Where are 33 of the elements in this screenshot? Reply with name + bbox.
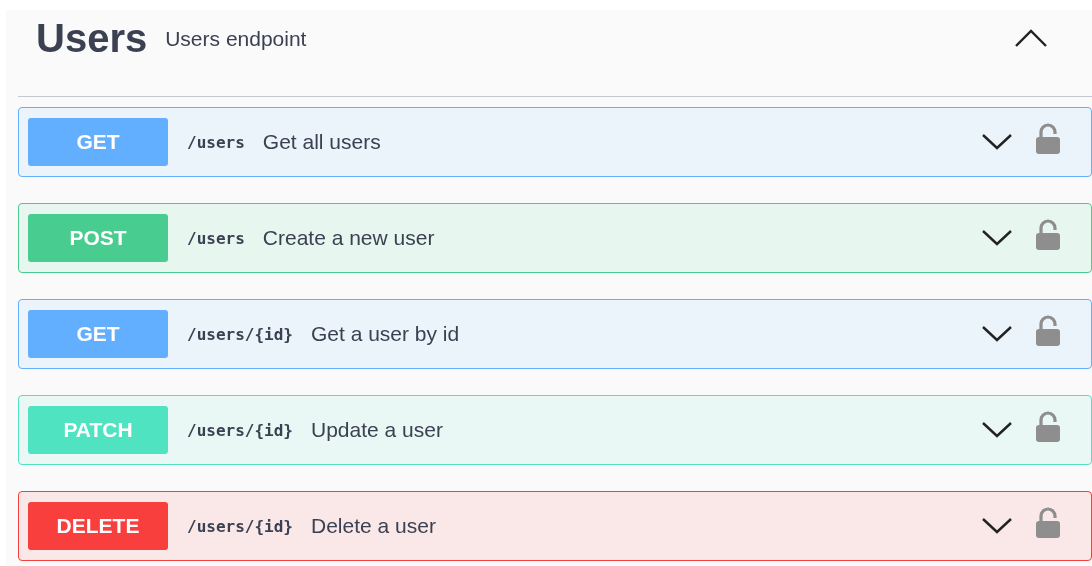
chevron-icon[interactable] (981, 421, 1013, 439)
chevron-icon[interactable] (981, 229, 1013, 247)
operation-row[interactable]: POST /users Create a new user (18, 203, 1092, 273)
operation-row[interactable]: GET /users Get all users (18, 107, 1092, 177)
endpoint-summary: Delete a user (310, 514, 436, 538)
operation-row[interactable]: GET /users/{id} Get a user by id (18, 299, 1092, 369)
endpoint-path: /users/{id} (187, 324, 293, 344)
method-badge: GET (28, 118, 168, 166)
operation-row[interactable]: DELETE /users/{id} Delete a user (18, 491, 1092, 561)
endpoint-path: /users/{id} (187, 420, 293, 440)
endpoint-path: /users (187, 132, 245, 152)
padlock-icon[interactable] (1035, 411, 1061, 443)
endpoint-summary: Get all users (262, 130, 381, 154)
method-badge: POST (28, 214, 168, 262)
padlock-icon[interactable] (1035, 315, 1061, 347)
method-badge: PATCH (28, 406, 168, 454)
chevron-icon[interactable] (981, 133, 1013, 151)
padlock-icon[interactable] (1035, 219, 1061, 251)
chevron-icon[interactable] (981, 325, 1013, 343)
operation-row[interactable]: PATCH /users/{id} Update a user (18, 395, 1092, 465)
section-title[interactable]: Users (36, 15, 148, 61)
section-description: Users endpoint (165, 27, 307, 51)
endpoint-summary: Get a user by id (310, 322, 460, 346)
method-badge: GET (28, 310, 168, 358)
padlock-icon[interactable] (1035, 507, 1061, 539)
chevron-icon[interactable] (1014, 28, 1048, 48)
padlock-icon[interactable] (1035, 123, 1061, 155)
method-badge: DELETE (28, 502, 168, 550)
endpoint-path: /users/{id} (187, 516, 293, 536)
endpoint-summary: Create a new user (262, 226, 435, 250)
endpoint-path: /users (187, 228, 245, 248)
chevron-icon[interactable] (981, 517, 1013, 535)
endpoint-summary: Update a user (310, 418, 443, 442)
